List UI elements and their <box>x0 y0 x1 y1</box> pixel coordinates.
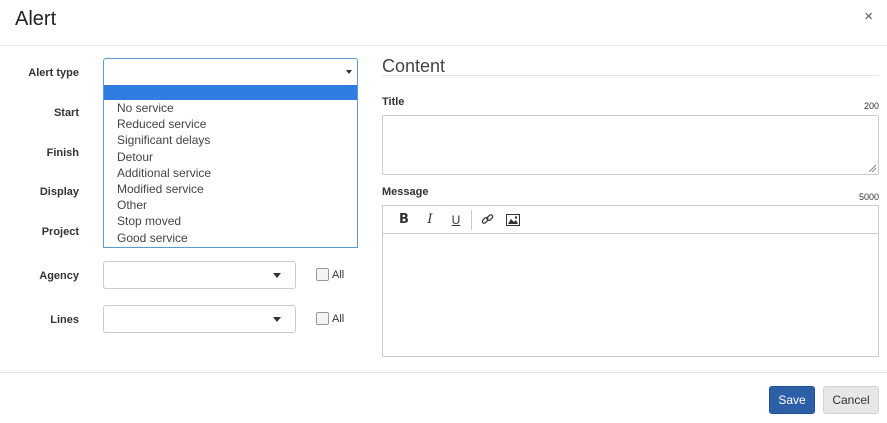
finish-label: Finish <box>46 147 79 159</box>
toolbar-divider <box>471 209 472 230</box>
message-label: Message <box>382 186 429 198</box>
image-icon[interactable] <box>500 210 526 230</box>
alert-type-select[interactable] <box>103 58 358 86</box>
content-section: Content Title 200 Message 5000 B I U <box>382 46 879 372</box>
lines-all-label: All <box>332 312 345 325</box>
title-char-limit: 200 <box>863 101 879 111</box>
editor-toolbar: B I U <box>383 206 878 234</box>
agency-select[interactable] <box>103 261 296 289</box>
chevron-down-icon <box>346 70 352 74</box>
chevron-down-icon <box>273 273 281 278</box>
cancel-button[interactable]: Cancel <box>823 386 879 414</box>
lines-all-checkbox-wrap: All <box>316 312 344 325</box>
alert-type-dropdown: No service Reduced service Significant d… <box>103 85 358 248</box>
modal-title: Alert <box>15 8 57 30</box>
agency-all-checkbox-wrap: All <box>316 268 344 281</box>
display-label: Display <box>39 186 79 198</box>
save-button[interactable]: Save <box>769 386 815 414</box>
italic-icon[interactable]: I <box>417 210 443 230</box>
dropdown-option[interactable]: No service <box>104 100 357 116</box>
lines-select[interactable] <box>103 305 296 333</box>
dropdown-option[interactable]: Other <box>104 197 357 213</box>
message-editor: B I U <box>382 205 879 357</box>
dropdown-option[interactable]: Detour <box>104 149 357 165</box>
project-label: Project <box>41 226 79 238</box>
modal-footer: Save Cancel <box>0 372 887 423</box>
content-divider <box>382 75 879 76</box>
alert-type-label: Alert type <box>28 67 79 79</box>
agency-all-checkbox[interactable] <box>316 268 329 281</box>
agency-label: Agency <box>39 270 79 282</box>
lines-label: Lines <box>50 314 79 326</box>
dropdown-empty-option[interactable] <box>104 85 357 100</box>
chevron-down-icon <box>273 317 281 322</box>
dropdown-option[interactable]: Additional service <box>104 165 357 181</box>
title-label: Title <box>382 96 405 108</box>
dropdown-option[interactable]: Modified service <box>104 181 357 197</box>
dropdown-option[interactable]: Stop moved <box>104 213 357 229</box>
resize-handle-icon[interactable] <box>868 164 876 172</box>
message-char-limit: 5000 <box>858 192 879 202</box>
content-heading: Content <box>382 56 446 76</box>
dropdown-option[interactable]: Reduced service <box>104 116 357 132</box>
dropdown-option[interactable]: Significant delays <box>104 132 357 148</box>
start-label: Start <box>53 107 79 119</box>
title-textarea[interactable] <box>382 115 879 175</box>
dropdown-option[interactable]: Good service <box>104 230 357 246</box>
message-editor-body[interactable] <box>383 234 878 356</box>
close-icon[interactable]: × <box>864 8 873 25</box>
underline-icon[interactable]: U <box>443 210 469 230</box>
agency-all-label: All <box>332 268 345 281</box>
modal-header: Alert × <box>0 0 887 46</box>
link-icon[interactable] <box>474 210 500 230</box>
bold-icon[interactable]: B <box>391 210 417 230</box>
lines-all-checkbox[interactable] <box>316 312 329 325</box>
